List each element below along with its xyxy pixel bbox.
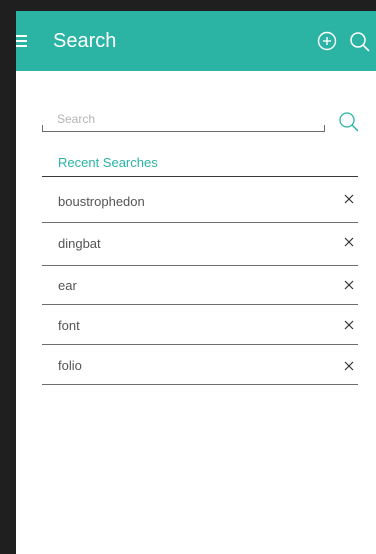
list-item[interactable]: dingbat [42,223,358,266]
list-item-label: boustrophedon [58,194,145,209]
list-item[interactable]: ear [42,266,358,305]
add-circle-icon[interactable] [317,31,337,51]
app-bar: Search [16,11,376,71]
list-item[interactable]: folio [42,345,358,385]
list-item-label: ear [58,278,77,293]
list-item-label: font [58,318,80,333]
list-item-label: dingbat [58,236,101,251]
search-input[interactable] [42,107,325,132]
close-icon[interactable] [344,237,354,247]
close-icon[interactable] [344,320,354,330]
list-item-label: folio [58,358,82,373]
close-icon[interactable] [344,280,354,290]
page-title: Search [53,30,117,52]
search-row [42,107,364,141]
menu-icon[interactable] [16,35,27,47]
list-item[interactable]: font [42,305,358,345]
screen: Search Recent Searches boustrophedon [16,11,376,554]
search-button-icon[interactable] [338,111,360,133]
search-icon[interactable] [349,31,371,53]
recent-searches-title: Recent Searches [58,155,158,170]
close-icon[interactable] [344,361,354,371]
recent-searches-header: Recent Searches [42,155,358,177]
recent-searches-list: boustrophedon dingbat ear font folio [42,177,358,385]
list-item[interactable]: boustrophedon [42,177,358,223]
close-icon[interactable] [344,194,354,204]
